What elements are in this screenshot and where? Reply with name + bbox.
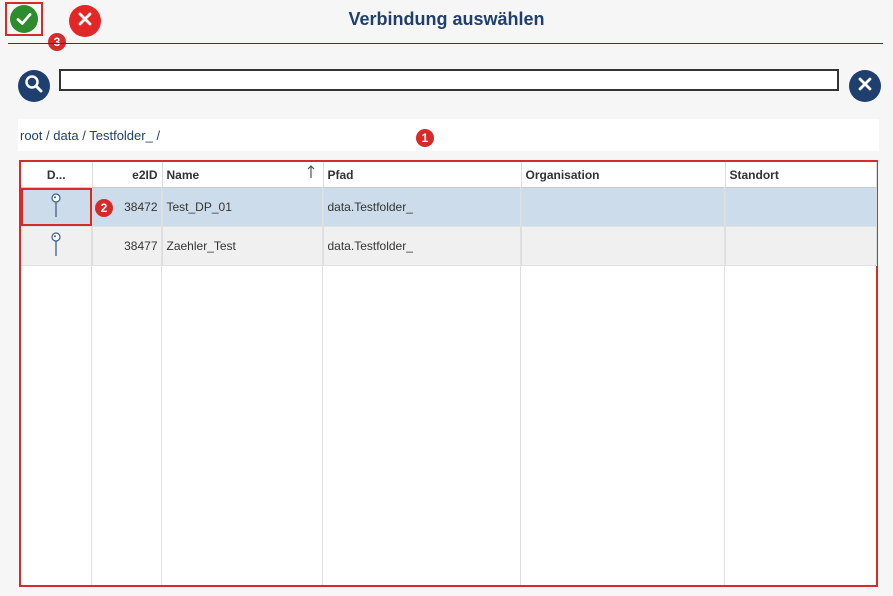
search-input[interactable] bbox=[59, 69, 839, 91]
annotation-badge-2: 2 bbox=[95, 199, 113, 217]
dialog-title: Verbindung auswählen bbox=[348, 9, 545, 29]
row-type-cell[interactable] bbox=[21, 226, 93, 266]
breadcrumb-separator: / bbox=[46, 128, 50, 143]
pin-icon bbox=[50, 231, 62, 261]
column-header-name-label: Name bbox=[166, 167, 200, 182]
breadcrumb-separator: / bbox=[156, 128, 161, 143]
clear-search-button[interactable] bbox=[849, 70, 881, 102]
row-pfad: data.Testfolder_ bbox=[323, 187, 522, 227]
data-table: D... e2ID Name Pfad Organisation Standor… bbox=[21, 162, 877, 266]
breadcrumb-root[interactable]: root bbox=[20, 128, 42, 143]
table-row[interactable]: 38472 Test_DP_01 data.Testfolder_ bbox=[21, 187, 877, 227]
row-pfad: data.Testfolder_ bbox=[323, 226, 522, 266]
table-row[interactable]: 38477 Zaehler_Test data.Testfolder_ bbox=[21, 226, 877, 266]
search-button[interactable] bbox=[18, 70, 50, 102]
header-divider bbox=[8, 43, 883, 44]
row-standort bbox=[725, 226, 877, 266]
breadcrumb: root / data / Testfolder_ / bbox=[18, 119, 879, 151]
breadcrumb-data[interactable]: data bbox=[53, 128, 78, 143]
row-e2id: 38477 bbox=[92, 226, 163, 266]
connection-grid: D... e2ID Name Pfad Organisation Standor… bbox=[19, 160, 878, 587]
breadcrumb-testfolder[interactable]: Testfolder_ bbox=[89, 128, 153, 143]
pin-icon bbox=[50, 192, 62, 222]
column-header-standort[interactable]: Standort bbox=[725, 162, 877, 188]
row-type-cell[interactable] bbox=[21, 187, 93, 227]
column-header-name[interactable]: Name bbox=[162, 162, 324, 188]
row-organisation bbox=[521, 226, 726, 266]
breadcrumb-separator: / bbox=[82, 128, 86, 143]
annotation-badge-1: 1 bbox=[416, 129, 434, 147]
column-header-e2id[interactable]: e2ID bbox=[92, 162, 163, 188]
row-organisation bbox=[521, 187, 726, 227]
annotation-badge-3: 3 bbox=[48, 33, 66, 51]
column-header-organisation[interactable]: Organisation bbox=[521, 162, 726, 188]
row-name: Zaehler_Test bbox=[162, 226, 324, 266]
column-header-d[interactable]: D... bbox=[21, 162, 93, 188]
clear-icon bbox=[857, 76, 873, 97]
search-icon bbox=[24, 74, 44, 99]
column-header-pfad[interactable]: Pfad bbox=[323, 162, 522, 188]
row-standort bbox=[725, 187, 877, 227]
sort-ascending-icon bbox=[307, 165, 315, 182]
row-name: Test_DP_01 bbox=[162, 187, 324, 227]
